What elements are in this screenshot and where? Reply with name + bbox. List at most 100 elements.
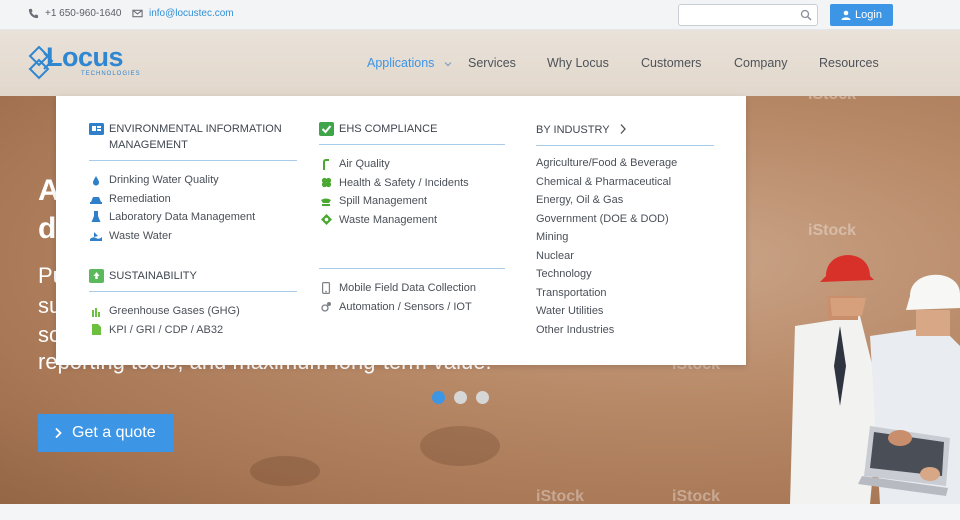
industry-item[interactable]: Transportation (536, 284, 714, 303)
watermark-text: iStock (672, 488, 721, 504)
menu-item-greenhouse-gases[interactable]: Greenhouse Gases (GHG) (89, 302, 297, 321)
nav-why-locus[interactable]: Why Locus (547, 56, 609, 70)
nav-resources[interactable]: Resources (819, 56, 879, 70)
menu-item-label: Automation / Sensors / IOT (339, 300, 472, 313)
section-title: EHS COMPLIANCE (339, 123, 438, 135)
divider (536, 145, 714, 146)
get-a-quote-button[interactable]: Get a quote (38, 414, 173, 452)
spill-icon (319, 195, 333, 207)
phone-number: +1 650-960-1640 (45, 8, 122, 19)
menu-item-spill[interactable]: Spill Management (319, 192, 505, 211)
logo-wordmark: Locus (46, 42, 124, 72)
nav-company[interactable]: Company (734, 56, 788, 70)
watermark-text: iStock (536, 488, 585, 504)
factory-icon (89, 305, 103, 317)
bottom-strip (0, 504, 960, 520)
workers-photo (790, 255, 960, 504)
site-header: Locus TECHNOLOGIES Applications Services… (0, 30, 960, 96)
menu-item-waste-management[interactable]: Waste Management (319, 211, 505, 230)
cta-label: Get a quote (72, 424, 156, 441)
industry-item[interactable]: Government (DOE & DOD) (536, 210, 714, 229)
menu-item-label: Drinking Water Quality (109, 174, 219, 187)
menu-item-label: Greenhouse Gases (GHG) (109, 305, 240, 318)
menu-column-ehs: EHS COMPLIANCE Air Quality Health & Safe… (319, 96, 505, 316)
search-box[interactable] (678, 4, 818, 26)
section-heading-sustainability[interactable]: SUSTAINABILITY (89, 268, 297, 284)
carousel-dot-2[interactable] (454, 391, 467, 404)
checkmark-icon (319, 122, 334, 136)
nav-applications-label: Applications (367, 56, 435, 70)
menu-item-mobile-field[interactable]: Mobile Field Data Collection (319, 279, 505, 298)
section-heading-industry[interactable]: BY INDUSTRY (536, 122, 714, 138)
menu-column-environmental: ENVIRONMENTAL INFORMATION MANAGEMENT Dri… (89, 96, 297, 339)
email-address: info@locustec.com (149, 8, 234, 19)
login-button[interactable]: Login (830, 4, 893, 26)
recycle-icon (89, 269, 104, 283)
section-heading-ehs[interactable]: EHS COMPLIANCE (319, 121, 505, 137)
envelope-icon (132, 9, 143, 18)
menu-item-waste-water[interactable]: Waste Water (89, 227, 297, 246)
database-icon (89, 123, 104, 135)
hero-heading-line2: d (38, 212, 57, 245)
sensor-icon (319, 301, 333, 313)
industry-item[interactable]: Water Utilities (536, 302, 714, 321)
menu-item-label: Waste Water (109, 229, 172, 242)
divider (89, 291, 297, 292)
divider (89, 160, 297, 161)
section-heading-environmental[interactable]: ENVIRONMENTAL INFORMATION MANAGEMENT (89, 121, 297, 153)
nav-applications[interactable]: Applications (367, 56, 452, 70)
search-input[interactable] (679, 5, 789, 25)
applications-mega-menu: ENVIRONMENTAL INFORMATION MANAGEMENT Dri… (56, 96, 746, 365)
nav-customers[interactable]: Customers (641, 56, 701, 70)
menu-item-air-quality[interactable]: Air Quality (319, 155, 505, 174)
search-icon[interactable] (800, 9, 812, 21)
chevron-right-icon (620, 124, 626, 134)
section-title: BY INDUSTRY (536, 124, 610, 136)
waste-water-icon (89, 230, 103, 242)
menu-column-industry: BY INDUSTRY Agriculture/Food & Beverage … (536, 96, 714, 339)
industry-item[interactable]: Technology (536, 265, 714, 284)
login-label: Login (855, 9, 882, 21)
section-title: SUSTAINABILITY (109, 270, 197, 282)
menu-item-kpi[interactable]: KPI / GRI / CDP / AB32 (89, 321, 297, 340)
document-icon (89, 324, 103, 336)
remediation-icon (89, 193, 103, 205)
menu-item-label: Mobile Field Data Collection (339, 282, 476, 295)
menu-item-health-safety[interactable]: Health & Safety / Incidents (319, 174, 505, 193)
section-title: ENVIRONMENTAL INFORMATION MANAGEMENT (109, 123, 282, 151)
industry-item[interactable]: Chemical & Pharmaceutical (536, 173, 714, 192)
divider (319, 144, 505, 145)
air-icon (319, 158, 333, 170)
locus-logo[interactable]: Locus TECHNOLOGIES (28, 42, 141, 84)
menu-item-remediation[interactable]: Remediation (89, 190, 297, 209)
menu-item-label: Remediation (109, 192, 171, 205)
menu-item-automation[interactable]: Automation / Sensors / IOT (319, 298, 505, 317)
menu-item-label: Laboratory Data Management (109, 211, 256, 224)
phone-icon (28, 8, 39, 19)
menu-item-laboratory[interactable]: Laboratory Data Management (89, 208, 297, 227)
industry-item[interactable]: Energy, Oil & Gas (536, 191, 714, 210)
water-drop-icon (89, 174, 103, 186)
waste-icon (319, 214, 333, 226)
industry-item[interactable]: Other Industries (536, 321, 714, 340)
phone-contact[interactable]: +1 650-960-1640 (28, 8, 121, 19)
nav-services[interactable]: Services (468, 56, 516, 70)
industry-item[interactable]: Agriculture/Food & Beverage (536, 154, 714, 173)
email-contact[interactable]: info@locustec.com (132, 8, 234, 19)
carousel-dot-1[interactable] (432, 391, 445, 404)
menu-item-label: Waste Management (339, 213, 438, 226)
menu-item-label: Spill Management (339, 195, 428, 208)
chevron-down-icon (444, 61, 452, 67)
menu-item-label: KPI / GRI / CDP / AB32 (109, 323, 224, 336)
logo-subtitle: TECHNOLOGIES (81, 71, 141, 77)
industry-item[interactable]: Nuclear (536, 247, 714, 266)
carousel-dots (432, 391, 489, 404)
menu-item-label: Air Quality (339, 158, 390, 171)
menu-item-drinking-water[interactable]: Drinking Water Quality (89, 171, 297, 190)
safety-icon (319, 177, 333, 189)
chevron-right-icon (55, 427, 62, 439)
divider (319, 268, 505, 269)
industry-item[interactable]: Mining (536, 228, 714, 247)
carousel-dot-3[interactable] (476, 391, 489, 404)
flask-icon (89, 211, 103, 223)
